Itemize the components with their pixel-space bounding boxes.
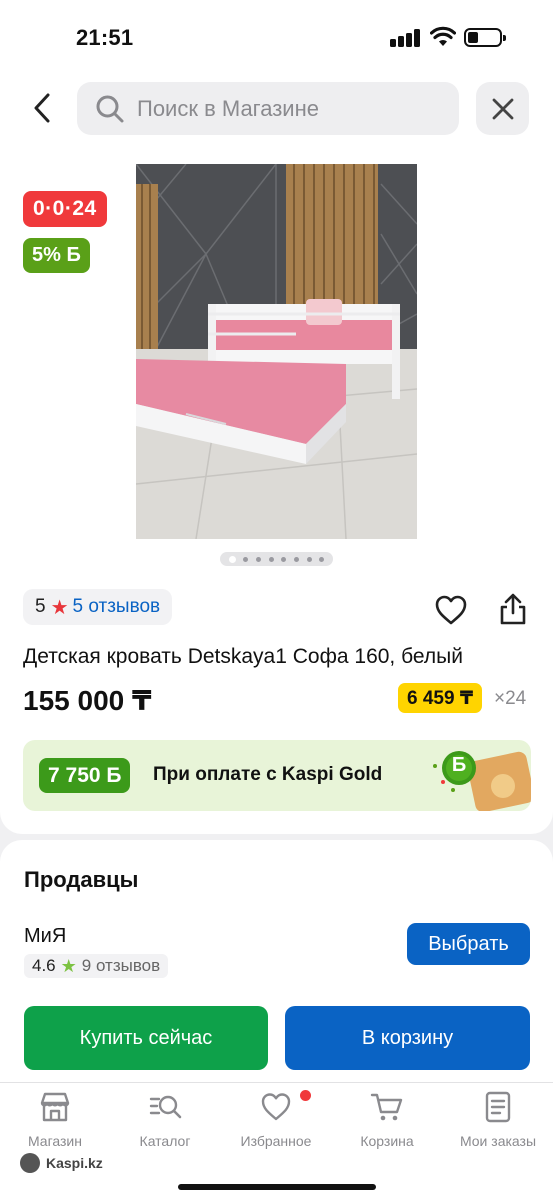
bed-photo: [136, 164, 417, 539]
gold-banner-text: При оплате с Kaspi Gold: [153, 764, 383, 785]
status-bar: 21:51: [0, 0, 553, 74]
gallery-dot: [319, 556, 325, 562]
buy-now-button[interactable]: Купить сейчас: [24, 1006, 268, 1070]
monthly-payment-badge[interactable]: 6 459 ₸: [398, 683, 483, 713]
gallery-dot: [306, 556, 312, 562]
watermark-text: Kaspi.kz: [46, 1155, 103, 1171]
gallery-dot: [268, 556, 274, 562]
gold-bonus-amount: 7 750 Б: [39, 758, 131, 793]
rating-score: 5: [35, 596, 46, 617]
back-button[interactable]: [24, 90, 60, 126]
close-icon: [492, 98, 513, 119]
search-bar[interactable]: [77, 82, 459, 135]
rating-chip[interactable]: 5 ★ 5 отзывов: [23, 589, 173, 625]
share-icon[interactable]: [497, 592, 529, 626]
heart-icon[interactable]: [434, 594, 468, 626]
star-icon: ★: [50, 596, 69, 619]
tab-store[interactable]: Магазин: [0, 1090, 110, 1149]
seller-rating: 4.6 ★ 9 отзывов: [24, 954, 169, 978]
cart-icon: [370, 1093, 403, 1121]
product-title: Детская кровать Detskaya1 Софа 160, белы…: [23, 645, 463, 668]
sellers-heading: Продавцы: [24, 867, 139, 892]
tab-orders[interactable]: Мои заказы: [443, 1090, 553, 1149]
tab-label: Избранное: [240, 1133, 312, 1149]
bonus-badge: 5% Б: [23, 238, 90, 273]
battery-icon: [464, 28, 506, 47]
wifi-icon: [430, 26, 456, 46]
chevron-left-icon: [34, 93, 50, 123]
kaspi-gold-banner[interactable]: 7 750 Б При оплате с Kaspi Gold Б: [23, 740, 531, 811]
search-icon: [96, 95, 124, 122]
seller-name[interactable]: МиЯ: [24, 925, 66, 948]
gallery-dot-active: [228, 555, 236, 563]
gallery-dot: [293, 556, 299, 562]
gallery-dot: [243, 556, 249, 562]
search-input[interactable]: [137, 95, 437, 122]
product-price: 155 000 ₸: [23, 685, 152, 716]
installment-months: ×24: [494, 688, 527, 709]
choose-seller-button[interactable]: Выбрать: [407, 923, 530, 965]
tab-cart[interactable]: Корзина: [332, 1090, 442, 1149]
tab-label: Мои заказы: [459, 1133, 537, 1149]
orders-icon: [485, 1091, 511, 1123]
add-to-cart-button[interactable]: В корзину: [285, 1006, 530, 1070]
gallery-dot: [281, 556, 287, 562]
kaspi-gold-card-icon: [433, 751, 531, 811]
gallery-dot: [256, 556, 262, 562]
kaspi-watermark: Kaspi.kz: [20, 1153, 103, 1173]
star-icon: ★: [60, 955, 77, 976]
tab-catalog[interactable]: Каталог: [110, 1090, 220, 1149]
home-indicator[interactable]: [178, 1184, 376, 1190]
gold-bonus-symbol: Б: [451, 754, 467, 776]
reviews-link[interactable]: 5 отзывов: [73, 596, 161, 618]
gallery-pagination: [220, 552, 333, 566]
seller-rating-score: 4.6: [32, 956, 56, 975]
seller-reviews: 9 отзывов: [81, 956, 161, 975]
status-time: 21:51: [76, 25, 134, 50]
catalog-search-icon: [149, 1095, 182, 1119]
heart-icon: [261, 1093, 291, 1121]
product-image[interactable]: [136, 164, 417, 539]
tab-label: Каталог: [139, 1133, 191, 1149]
close-button[interactable]: [476, 82, 529, 135]
favorites-notification-dot: [300, 1090, 311, 1101]
kaspi-logo-icon: [20, 1153, 40, 1173]
cellular-signal-icon: [390, 29, 422, 47]
store-icon: [40, 1092, 70, 1122]
tab-favorites[interactable]: Избранное: [221, 1090, 331, 1149]
tab-label: Корзина: [360, 1133, 414, 1149]
tab-label: Магазин: [27, 1133, 82, 1149]
installment-badge: 0·0·24: [23, 191, 107, 227]
